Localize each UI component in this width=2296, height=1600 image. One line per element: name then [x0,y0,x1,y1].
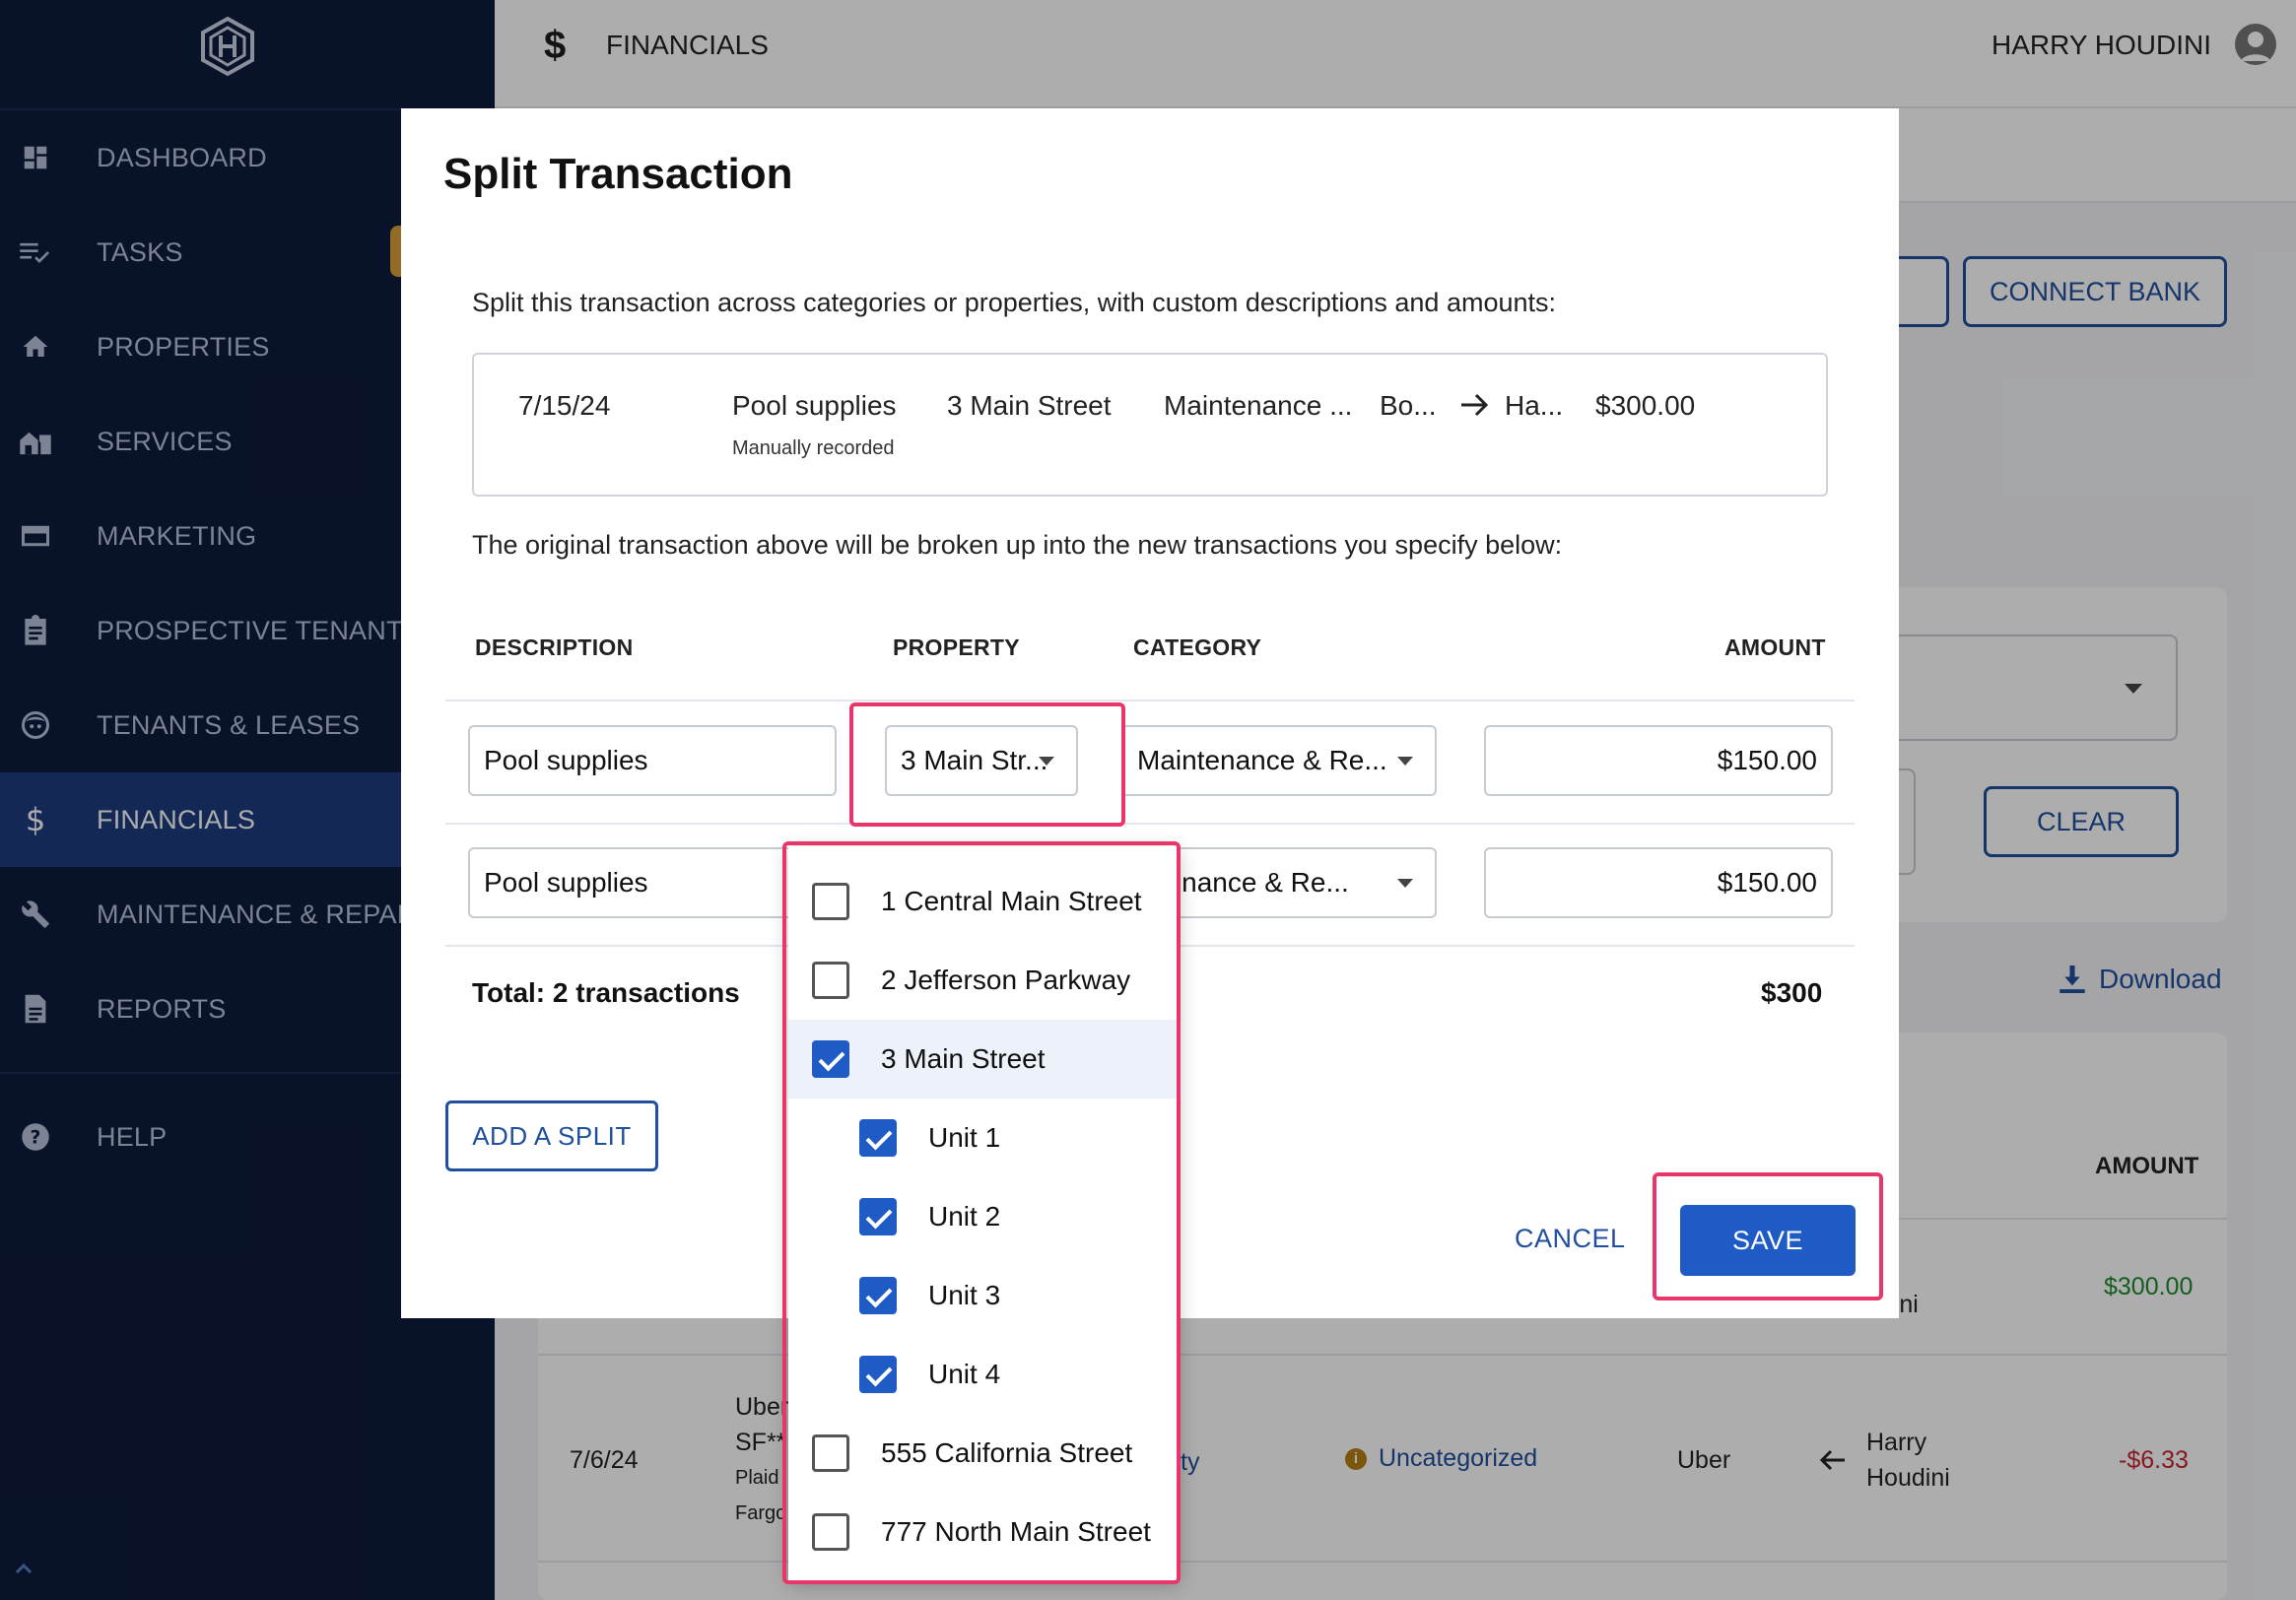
original-description: Pool supplies [732,390,897,421]
column-property: PROPERTY [893,634,1020,660]
original-from: Bo... [1380,390,1437,421]
original-source: Manually recorded [732,437,895,459]
column-category: CATEGORY [1133,634,1262,660]
chevron-down-icon [1397,879,1413,888]
chevron-down-icon [1397,757,1413,766]
split-1-amount-input[interactable]: $150.00 [1484,725,1833,796]
column-amount: AMOUNT [1724,634,1826,660]
total-amount: $300 [1761,977,1823,1008]
column-description: DESCRIPTION [475,634,634,660]
split-2-amount-input[interactable]: $150.00 [1484,847,1833,918]
row-divider [445,700,1855,701]
original-property: 3 Main Street [947,390,1112,421]
original-date: 7/15/24 [518,390,611,421]
original-amount: $300.00 [1595,390,1696,421]
cancel-button[interactable]: CANCEL [1515,1224,1626,1254]
dialog-intro-2: The original transaction above will be b… [472,530,1563,560]
add-split-button[interactable]: ADD A SPLIT [445,1100,658,1171]
total-label: Total: 2 transactions [472,977,740,1008]
dialog-title: Split Transaction [443,150,793,198]
original-category: Maintenance ... [1164,390,1353,421]
split-1-category-select[interactable]: Maintenance & Re... [1123,725,1437,796]
split-2-description-input[interactable]: Pool supplies [468,847,837,918]
original-transaction: 7/15/24 Pool supplies Manually recorded … [472,353,1828,497]
highlight-property-dropdown [782,841,1181,1584]
original-to: Ha... [1505,390,1564,421]
highlight-save-button [1653,1172,1883,1300]
split-1-description-input[interactable]: Pool supplies [468,725,837,796]
dialog-intro: Split this transaction across categories… [472,288,1557,317]
arrow-right-icon [1461,393,1489,417]
highlight-property-select [849,702,1125,827]
split-1-category-value: Maintenance & Re... [1137,745,1387,775]
row-divider [445,823,1855,825]
